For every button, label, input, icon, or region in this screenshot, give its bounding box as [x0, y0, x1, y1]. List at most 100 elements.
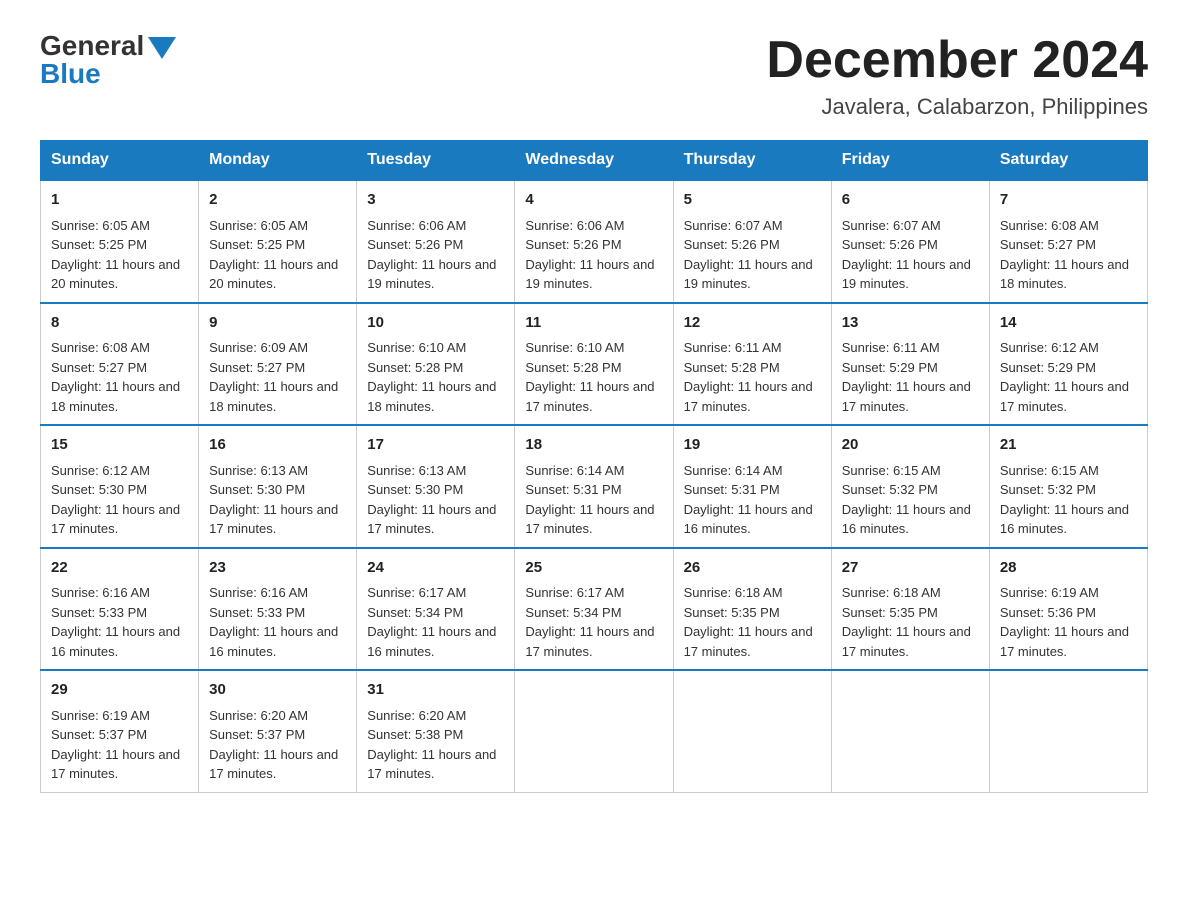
calendar-cell: 21 Sunrise: 6:15 AMSunset: 5:32 PMDayligh…	[989, 425, 1147, 548]
day-sun-info: Sunrise: 6:15 AMSunset: 5:32 PMDaylight:…	[842, 461, 979, 539]
day-number: 26	[684, 557, 821, 580]
day-sun-info: Sunrise: 6:11 AMSunset: 5:29 PMDaylight:…	[842, 338, 979, 416]
day-number: 14	[1000, 312, 1137, 335]
day-sun-info: Sunrise: 6:19 AMSunset: 5:36 PMDaylight:…	[1000, 583, 1137, 661]
logo: General Blue	[40, 30, 176, 90]
day-sun-info: Sunrise: 6:05 AMSunset: 5:25 PMDaylight:…	[51, 216, 188, 294]
day-number: 24	[367, 557, 504, 580]
calendar-cell: 25Sunrise: 6:17 AMSunset: 5:34 PMDayligh…	[515, 548, 673, 671]
day-sun-info: Sunrise: 6:07 AMSunset: 5:26 PMDaylight:…	[684, 216, 821, 294]
day-number: 27	[842, 557, 979, 580]
day-sun-info: Sunrise: 6:13 AMSunset: 5:30 PMDaylight:…	[209, 461, 346, 539]
day-sun-info: Sunrise: 6:06 AMSunset: 5:26 PMDaylight:…	[525, 216, 662, 294]
day-number: 18	[525, 434, 662, 457]
day-number: 23	[209, 557, 346, 580]
day-number: 29	[51, 679, 188, 702]
day-of-week-header: Monday	[199, 141, 357, 181]
calendar-cell: 2Sunrise: 6:05 AMSunset: 5:25 PMDaylight…	[199, 180, 357, 303]
calendar-week-row: 1 Sunrise: 6:05 AMSunset: 5:25 PMDaylight…	[41, 180, 1148, 303]
day-of-week-header: Tuesday	[357, 141, 515, 181]
calendar-cell	[515, 670, 673, 792]
day-sun-info: Sunrise: 6:07 AMSunset: 5:26 PMDaylight:…	[842, 216, 979, 294]
day-sun-info: Sunrise: 6:10 AMSunset: 5:28 PMDaylight:…	[525, 338, 662, 416]
day-sun-info: Sunrise: 6:05 AMSunset: 5:25 PMDaylight:…	[209, 216, 346, 294]
calendar-cell: 15Sunrise: 6:12 AMSunset: 5:30 PMDayligh…	[41, 425, 199, 548]
day-sun-info: Sunrise: 6:08 AMSunset: 5:27 PMDaylight:…	[51, 338, 188, 416]
calendar-cell: 4 Sunrise: 6:06 AMSunset: 5:26 PMDaylight…	[515, 180, 673, 303]
day-number: 13	[842, 312, 979, 335]
day-number: 8	[51, 312, 188, 335]
day-number: 3	[367, 189, 504, 212]
day-of-week-header: Saturday	[989, 141, 1147, 181]
calendar-cell: 1 Sunrise: 6:05 AMSunset: 5:25 PMDaylight…	[41, 180, 199, 303]
day-sun-info: Sunrise: 6:16 AMSunset: 5:33 PMDaylight:…	[51, 583, 188, 661]
calendar-cell: 18 Sunrise: 6:14 AMSunset: 5:31 PMDayligh…	[515, 425, 673, 548]
day-sun-info: Sunrise: 6:11 AMSunset: 5:28 PMDaylight:…	[684, 338, 821, 416]
day-sun-info: Sunrise: 6:13 AMSunset: 5:30 PMDaylight:…	[367, 461, 504, 539]
title-block: December 2024 Javalera, Calabarzon, Phil…	[766, 30, 1148, 120]
day-number: 16	[209, 434, 346, 457]
calendar-cell: 27 Sunrise: 6:18 AMSunset: 5:35 PMDayligh…	[831, 548, 989, 671]
day-number: 31	[367, 679, 504, 702]
calendar-cell: 5 Sunrise: 6:07 AMSunset: 5:26 PMDaylight…	[673, 180, 831, 303]
day-number: 19	[684, 434, 821, 457]
day-sun-info: Sunrise: 6:14 AMSunset: 5:31 PMDaylight:…	[525, 461, 662, 539]
calendar-cell: 28 Sunrise: 6:19 AMSunset: 5:36 PMDayligh…	[989, 548, 1147, 671]
calendar-cell: 3 Sunrise: 6:06 AMSunset: 5:26 PMDaylight…	[357, 180, 515, 303]
day-sun-info: Sunrise: 6:15 AMSunset: 5:32 PMDaylight:…	[1000, 461, 1137, 539]
day-sun-info: Sunrise: 6:16 AMSunset: 5:33 PMDaylight:…	[209, 583, 346, 661]
calendar-cell: 22 Sunrise: 6:16 AMSunset: 5:33 PMDayligh…	[41, 548, 199, 671]
day-number: 25	[525, 557, 662, 580]
calendar-cell: 24Sunrise: 6:17 AMSunset: 5:34 PMDayligh…	[357, 548, 515, 671]
calendar-cell: 30Sunrise: 6:20 AMSunset: 5:37 PMDayligh…	[199, 670, 357, 792]
day-of-week-header: Friday	[831, 141, 989, 181]
calendar-week-row: 29Sunrise: 6:19 AMSunset: 5:37 PMDayligh…	[41, 670, 1148, 792]
calendar-cell: 13 Sunrise: 6:11 AMSunset: 5:29 PMDayligh…	[831, 303, 989, 426]
day-sun-info: Sunrise: 6:18 AMSunset: 5:35 PMDaylight:…	[842, 583, 979, 661]
day-sun-info: Sunrise: 6:20 AMSunset: 5:37 PMDaylight:…	[209, 706, 346, 784]
calendar-cell: 20 Sunrise: 6:15 AMSunset: 5:32 PMDayligh…	[831, 425, 989, 548]
calendar-cell: 6 Sunrise: 6:07 AMSunset: 5:26 PMDaylight…	[831, 180, 989, 303]
day-number: 20	[842, 434, 979, 457]
day-sun-info: Sunrise: 6:09 AMSunset: 5:27 PMDaylight:…	[209, 338, 346, 416]
calendar-cell: 8 Sunrise: 6:08 AMSunset: 5:27 PMDaylight…	[41, 303, 199, 426]
calendar-week-row: 8 Sunrise: 6:08 AMSunset: 5:27 PMDaylight…	[41, 303, 1148, 426]
day-sun-info: Sunrise: 6:10 AMSunset: 5:28 PMDaylight:…	[367, 338, 504, 416]
day-number: 9	[209, 312, 346, 335]
calendar-body: 1 Sunrise: 6:05 AMSunset: 5:25 PMDaylight…	[41, 180, 1148, 792]
day-sun-info: Sunrise: 6:18 AMSunset: 5:35 PMDaylight:…	[684, 583, 821, 661]
calendar-cell: 11 Sunrise: 6:10 AMSunset: 5:28 PMDayligh…	[515, 303, 673, 426]
day-number: 11	[525, 312, 662, 335]
day-number: 17	[367, 434, 504, 457]
day-of-week-header: Wednesday	[515, 141, 673, 181]
day-number: 4	[525, 189, 662, 212]
day-number: 7	[1000, 189, 1137, 212]
day-number: 1	[51, 189, 188, 212]
day-number: 22	[51, 557, 188, 580]
page-header: General Blue December 2024 Javalera, Cal…	[40, 30, 1148, 120]
day-sun-info: Sunrise: 6:20 AMSunset: 5:38 PMDaylight:…	[367, 706, 504, 784]
calendar-cell	[989, 670, 1147, 792]
day-number: 5	[684, 189, 821, 212]
location-subtitle: Javalera, Calabarzon, Philippines	[766, 94, 1148, 120]
day-of-week-header: Sunday	[41, 141, 199, 181]
calendar-cell	[673, 670, 831, 792]
calendar-cell: 31 Sunrise: 6:20 AMSunset: 5:38 PMDayligh…	[357, 670, 515, 792]
calendar-week-row: 22 Sunrise: 6:16 AMSunset: 5:33 PMDayligh…	[41, 548, 1148, 671]
day-number: 10	[367, 312, 504, 335]
calendar-cell: 9 Sunrise: 6:09 AMSunset: 5:27 PMDaylight…	[199, 303, 357, 426]
calendar-table: SundayMondayTuesdayWednesdayThursdayFrid…	[40, 140, 1148, 793]
calendar-cell: 14Sunrise: 6:12 AMSunset: 5:29 PMDayligh…	[989, 303, 1147, 426]
calendar-cell: 16 Sunrise: 6:13 AMSunset: 5:30 PMDayligh…	[199, 425, 357, 548]
day-number: 21	[1000, 434, 1137, 457]
calendar-cell: 17 Sunrise: 6:13 AMSunset: 5:30 PMDayligh…	[357, 425, 515, 548]
day-number: 12	[684, 312, 821, 335]
day-sun-info: Sunrise: 6:06 AMSunset: 5:26 PMDaylight:…	[367, 216, 504, 294]
day-number: 15	[51, 434, 188, 457]
calendar-header: SundayMondayTuesdayWednesdayThursdayFrid…	[41, 141, 1148, 181]
days-of-week-row: SundayMondayTuesdayWednesdayThursdayFrid…	[41, 141, 1148, 181]
day-number: 6	[842, 189, 979, 212]
calendar-cell: 19Sunrise: 6:14 AMSunset: 5:31 PMDayligh…	[673, 425, 831, 548]
month-title: December 2024	[766, 30, 1148, 90]
day-number: 28	[1000, 557, 1137, 580]
